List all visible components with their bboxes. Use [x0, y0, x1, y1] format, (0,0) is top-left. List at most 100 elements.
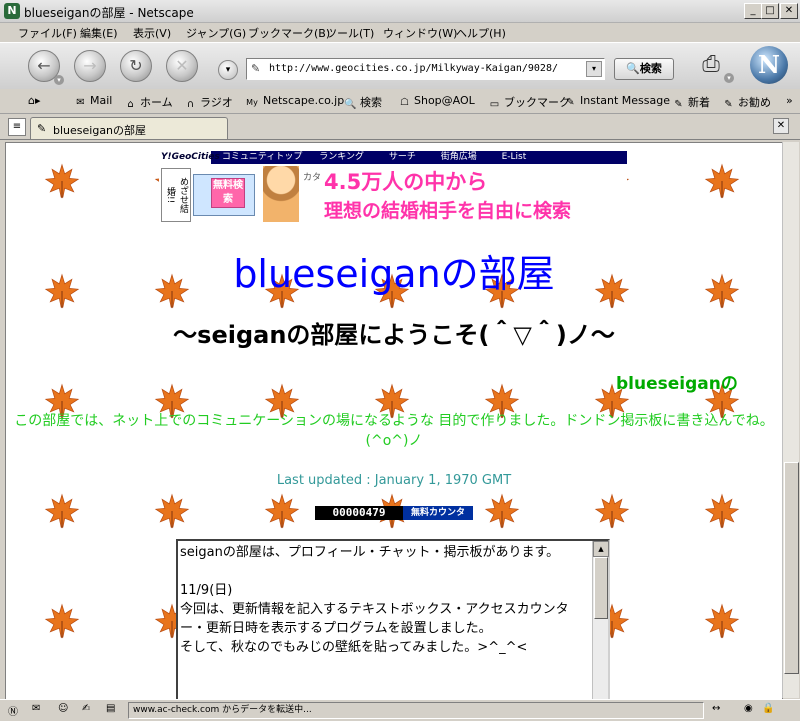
composer-icon[interactable]: ✍: [82, 703, 90, 714]
textarea-scrollbar[interactable]: ▲: [592, 541, 609, 699]
maple-leaf-icon: [484, 493, 520, 529]
banner-side-text: めざせ結婚!!: [161, 168, 191, 222]
geocities-nav-ranking[interactable]: ランキング: [319, 152, 364, 162]
location-dropdown-icon[interactable]: ▾: [218, 60, 238, 80]
more-bookmarks-icon[interactable]: »: [786, 94, 793, 107]
menu-help[interactable]: ヘルプ(H): [456, 25, 506, 41]
aim-icon[interactable]: ☺: [58, 703, 68, 714]
bookmark-new-label: 新着: [688, 96, 710, 109]
address-book-icon[interactable]: ▤: [106, 703, 115, 714]
textarea-scroll-thumb[interactable]: [594, 557, 608, 619]
search-button[interactable]: 🔍検索: [614, 58, 674, 80]
security-lock-icon[interactable]: 🔒: [762, 703, 774, 714]
back-history-dropdown-icon[interactable]: ▾: [54, 75, 64, 85]
banner-line1: 4.5万人の中から: [324, 170, 488, 194]
netscape-app-icon[interactable]: N: [4, 3, 20, 19]
mail-icon: ✉: [76, 97, 85, 108]
menu-bookmarks[interactable]: ブックマーク(B): [248, 25, 330, 41]
update-info-text: seiganの部屋は、プロフィール・チャット・掲示板があります。 11/9(日)…: [180, 545, 569, 655]
status-bar: Ⓝ ✉ ☺ ✍ ▤ www.ac-check.com からデータを転送中... …: [0, 699, 800, 721]
search-icon: 🔍: [344, 99, 357, 110]
bookmark-search[interactable]: 🔍 検索: [344, 94, 382, 110]
bookmark-recommended-label: お勧め: [738, 96, 771, 109]
bookmark-netscape[interactable]: My Netscape.co.jp: [244, 94, 344, 108]
forward-button[interactable]: →: [74, 50, 106, 82]
geocities-nav-community[interactable]: コミュニティトップ: [222, 152, 302, 162]
ad-banner[interactable]: めざせ結婚!! 無料検索 カタ 4.5万人の中から 理想の結婚相手を自由に検索: [159, 164, 627, 226]
counter-value: 00000479: [315, 506, 403, 520]
url-bar[interactable]: ✎ http://www.geocities.co.jp/Milkyway-Ka…: [246, 58, 605, 80]
bookmark-bookmarks-label: ブックマーク: [504, 96, 570, 109]
print-dropdown-icon[interactable]: ▾: [724, 73, 734, 83]
intro-text: この部屋では、ネット上でのコミュニケーションの場になるような 目的で作りました。…: [14, 413, 774, 449]
navigator-icon[interactable]: Ⓝ: [8, 703, 18, 718]
status-message: www.ac-check.com からデータを転送中...: [128, 702, 704, 719]
bookmark-radio[interactable]: ∩ ラジオ: [184, 94, 233, 110]
bookmark-home[interactable]: ⌂ ホーム: [124, 94, 173, 110]
close-window-button[interactable]: ✕: [780, 3, 798, 19]
print-icon[interactable]: ⎙: [696, 50, 726, 80]
bookmark-search-label: 検索: [360, 96, 382, 109]
geocities-nav-search[interactable]: サーチ: [389, 152, 416, 162]
shop-icon: ☖: [400, 97, 409, 108]
search-button-label: 検索: [639, 62, 662, 75]
banner-free-search-button: 無料検索: [211, 178, 245, 208]
bookmark-netscape-label: Netscape.co.jp: [263, 94, 345, 107]
minimize-button[interactable]: _: [744, 3, 762, 19]
update-info-textarea[interactable]: seiganの部屋は、プロフィール・チャット・掲示板があります。 11/9(日)…: [176, 539, 610, 699]
signature: blueseiganの: [616, 374, 738, 394]
menu-edit[interactable]: 編集(E): [80, 25, 118, 41]
home-tab-icon[interactable]: ⌂▸: [28, 94, 41, 107]
bookmark-shop-aol-label: Shop@AOL: [414, 94, 475, 107]
maple-leaf-icon: [264, 493, 300, 529]
last-updated: Last updated : January 1, 1970 GMT: [276, 473, 512, 488]
geocities-nav-square[interactable]: 街角広場: [441, 152, 477, 162]
tab-blueseigan[interactable]: ✎ blueseiganの部屋: [30, 117, 228, 139]
menu-file[interactable]: ファイル(F): [18, 25, 77, 41]
page-icon: ✎: [37, 122, 47, 135]
url-text[interactable]: http://www.geocities.co.jp/Milkyway-Kaig…: [269, 63, 558, 74]
scroll-up-icon[interactable]: ▲: [593, 541, 609, 557]
menu-window[interactable]: ウィンドウ(W): [383, 25, 457, 41]
woman-illustration: [263, 166, 299, 222]
privacy-icon[interactable]: ◉: [744, 703, 753, 714]
tab-label: blueseiganの部屋: [53, 124, 147, 137]
bookmark-shop-aol[interactable]: ☖ Shop@AOL: [398, 94, 475, 108]
maple-leaf-icon: [704, 163, 740, 199]
bookmark-home-label: ホーム: [140, 96, 173, 109]
maple-leaf-icon: [44, 493, 80, 529]
tab-bar: ≡ ✎ blueseiganの部屋 ✕: [0, 114, 800, 140]
page-title: blueseiganの部屋: [233, 252, 555, 296]
netscape-logo-icon[interactable]: N: [750, 46, 788, 84]
page-scroll-thumb[interactable]: [784, 462, 799, 674]
bookmark-mail-label: Mail: [90, 94, 113, 107]
geocities-logo[interactable]: Y!GeoCities: [159, 151, 220, 164]
bookmark-mail[interactable]: ✉ Mail: [74, 94, 112, 108]
mail-icon[interactable]: ✉: [32, 703, 40, 714]
banner-katakana: カタ: [303, 173, 322, 183]
close-tab-button[interactable]: ✕: [773, 118, 789, 134]
maximize-button[interactable]: □: [761, 3, 779, 19]
stop-button[interactable]: ✕: [166, 50, 198, 82]
welcome-heading: ～seiganの部屋にようこそ(＾▽＾)ノ～: [173, 321, 615, 349]
headphones-icon: ∩: [186, 99, 195, 110]
window-title: blueseiganの部屋 - Netscape: [24, 6, 194, 20]
folder-icon: ▭: [489, 99, 500, 110]
menu-tools[interactable]: ツール(T): [326, 25, 374, 41]
reload-button[interactable]: ↻: [120, 50, 152, 82]
search-icon: 🔍: [626, 62, 640, 75]
menu-bar: ファイル(F) 編集(E) 表示(V) ジャンプ(G) ブックマーク(B) ツー…: [0, 23, 800, 42]
geocities-nav-elist[interactable]: E-List: [502, 152, 527, 162]
bookmark-recommended[interactable]: ✎ お勧め: [722, 94, 771, 110]
personal-toolbar: ⌂▸ ✉ Mail ⌂ ホーム ∩ ラジオ My Netscape.co.jp 🔍 検索 …: [0, 89, 800, 114]
url-history-dropdown-icon[interactable]: ▾: [586, 61, 602, 77]
page-scrollbar[interactable]: [782, 142, 799, 698]
maple-leaf-icon: [44, 163, 80, 199]
new-tab-icon[interactable]: ≡: [8, 118, 26, 136]
bookmark-new[interactable]: ✎ 新着: [672, 94, 710, 110]
menu-go[interactable]: ジャンプ(G): [186, 25, 246, 41]
menu-view[interactable]: 表示(V): [133, 25, 171, 41]
bookmark-radio-label: ラジオ: [200, 96, 233, 109]
bookmark-bookmarks[interactable]: ▭ ブックマーク: [488, 94, 570, 110]
bookmark-instant-message[interactable]: ✎ Instant Message: [564, 94, 670, 108]
